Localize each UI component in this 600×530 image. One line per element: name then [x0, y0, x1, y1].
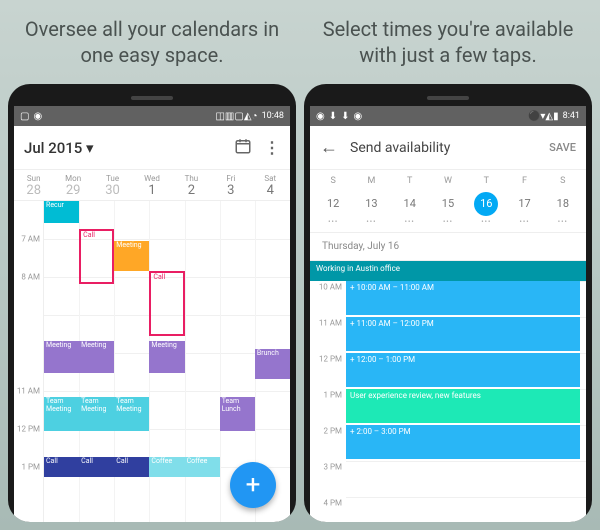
caption-text: Select times you're available with just …: [304, 8, 592, 84]
screen-left: ▢◉ ◫▥▢◭◔ 10:48 Jul 2015 ▾ ⋮ Sun28 Mon29 …: [14, 106, 290, 522]
status-time: 8:41: [563, 111, 580, 121]
weekday-column[interactable]: Mon29: [53, 170, 92, 200]
calendar-event[interactable]: Meeting: [114, 241, 149, 271]
day-picker-item[interactable]: F17•••: [505, 176, 543, 226]
calendar-event[interactable]: Call: [44, 457, 79, 477]
day-picker-item[interactable]: T14•••: [391, 176, 429, 226]
weekday-column[interactable]: Sat4: [251, 170, 290, 200]
calendar-event[interactable]: Meeting: [149, 341, 184, 373]
overflow-icon[interactable]: ⋮: [264, 138, 280, 157]
day-picker-item[interactable]: T16•••: [467, 176, 505, 226]
phone-speaker: [427, 96, 469, 100]
hour-column: 7 AM8 AM11 AM12 PM1 PM: [14, 201, 44, 522]
calendar-event[interactable]: Team Meeting: [44, 397, 79, 431]
day-picker-item[interactable]: S18•••: [544, 176, 582, 226]
phone-frame-left: ▢◉ ◫▥▢◭◔ 10:48 Jul 2015 ▾ ⋮ Sun28 Mon29 …: [8, 84, 296, 522]
weekday-column[interactable]: Thu2: [172, 170, 211, 200]
panel-oversee: Oversee all your calendars in one easy s…: [8, 8, 296, 522]
calendar-event[interactable]: Meeting: [44, 341, 79, 373]
date-label: Thursday, July 16: [310, 233, 586, 261]
calendar-grid: 7 AM8 AM11 AM12 PM1 PM RecurCallMeetingC…: [14, 201, 290, 522]
page-title: Send availability: [350, 140, 549, 156]
availability-block[interactable]: + 12:00 – 1:00 PM: [346, 353, 580, 387]
month-picker[interactable]: Jul 2015 ▾: [24, 139, 222, 157]
calendar-event[interactable]: Call: [79, 457, 114, 477]
panel-availability: Select times you're available with just …: [304, 8, 592, 522]
day-picker-item[interactable]: S12•••: [314, 176, 352, 226]
day-picker-item[interactable]: W15•••: [429, 176, 467, 226]
availability-block[interactable]: + 10:00 AM – 11:00 AM: [346, 281, 580, 315]
calendar-event[interactable]: Coffee: [149, 457, 184, 477]
day-picker: S12••• M13••• T14••• W15••• T16••• F17••…: [310, 170, 586, 233]
fab-add-button[interactable]: +: [230, 462, 276, 508]
availability-block[interactable]: + 11:00 AM – 12:00 PM: [346, 317, 580, 351]
day-picker-item[interactable]: M13•••: [352, 176, 390, 226]
back-icon[interactable]: ←: [320, 137, 338, 158]
week-header: Sun28 Mon29 Tue30 Wed1 Thu2 Fri3 Sat4: [14, 170, 290, 201]
phone-speaker: [131, 96, 173, 100]
calendar-event[interactable]: Meeting: [79, 341, 114, 373]
calendar-appbar: Jul 2015 ▾ ⋮: [14, 126, 290, 170]
schedule-grid: 10 AM11 AM12 PM1 PM2 PM3 PM4 PM + 10:00 …: [310, 281, 586, 522]
calendar-event[interactable]: Team Lunch: [220, 397, 255, 431]
save-button[interactable]: SAVE: [549, 141, 576, 154]
availability-block[interactable]: User experience review, new features: [346, 389, 580, 423]
phone-frame-right: ◉⬇⬇◉ ⚫▾◭▮ 8:41 ← Send availability SAVE …: [304, 84, 592, 522]
calendar-event[interactable]: Call: [149, 271, 184, 336]
calendar-event[interactable]: Team Meeting: [79, 397, 114, 431]
allday-event[interactable]: Working in Austin office: [310, 261, 586, 281]
weekday-column[interactable]: Wed1: [132, 170, 171, 200]
status-time: 10:48: [262, 111, 284, 121]
availability-block[interactable]: + 2:00 – 3:00 PM: [346, 425, 580, 459]
status-bar: ◉⬇⬇◉ ⚫▾◭▮ 8:41: [310, 106, 586, 126]
calendar-event[interactable]: Coffee: [185, 457, 220, 477]
slot-column[interactable]: + 10:00 AM – 11:00 AM+ 11:00 AM – 12:00 …: [346, 281, 586, 522]
calendar-event[interactable]: Team Meeting: [114, 397, 149, 431]
calendar-event[interactable]: Call: [114, 457, 149, 477]
today-icon[interactable]: [234, 137, 252, 159]
weekday-column[interactable]: Fri3: [211, 170, 250, 200]
screen-right: ◉⬇⬇◉ ⚫▾◭▮ 8:41 ← Send availability SAVE …: [310, 106, 586, 522]
caption-text: Oversee all your calendars in one easy s…: [8, 8, 296, 84]
calendar-event[interactable]: Recur: [44, 201, 79, 223]
time-column: 10 AM11 AM12 PM1 PM2 PM3 PM4 PM: [310, 281, 346, 522]
weekday-column[interactable]: Sun28: [14, 170, 53, 200]
calendar-event[interactable]: Brunch: [255, 349, 290, 379]
calendar-event[interactable]: Call: [79, 229, 114, 284]
status-bar: ▢◉ ◫▥▢◭◔ 10:48: [14, 106, 290, 126]
weekday-column[interactable]: Tue30: [93, 170, 132, 200]
availability-appbar: ← Send availability SAVE: [310, 126, 586, 170]
